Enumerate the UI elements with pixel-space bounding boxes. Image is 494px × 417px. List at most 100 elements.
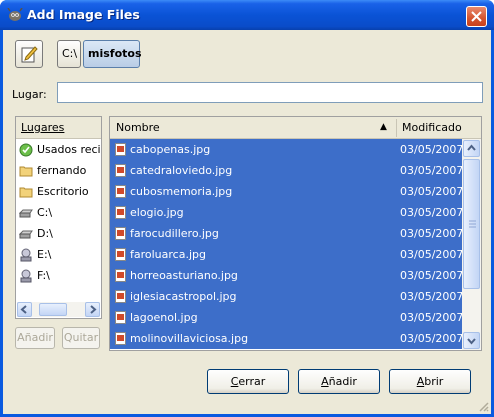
scroll-up-button[interactable] — [463, 140, 480, 157]
image-file-icon — [115, 227, 126, 240]
file-date: 03/05/2007 — [400, 248, 464, 261]
chevron-left-icon — [20, 305, 27, 314]
place-item-d-drive[interactable]: D:\ — [16, 223, 101, 244]
column-divider[interactable] — [396, 119, 397, 137]
file-row[interactable]: elogio.jpg 03/05/2007 — [110, 202, 464, 223]
file-list-header: Nombre ▲ Modificado — [110, 117, 481, 139]
location-label: Lugar: — [12, 88, 47, 101]
column-name-header[interactable]: Nombre — [116, 121, 160, 134]
scroll-thumb[interactable] — [39, 303, 67, 316]
remove-place-button[interactable]: Quitar — [62, 327, 100, 349]
file-date: 03/05/2007 — [400, 206, 464, 219]
file-date: 03/05/2007 — [400, 332, 464, 345]
image-file-icon — [115, 290, 126, 303]
drive-icon — [19, 230, 33, 238]
place-label: C:\ — [37, 206, 53, 219]
dialog-body: C:\ misfotos Lugar: Lugares Usados recie… — [3, 30, 491, 414]
scroll-thumb[interactable] — [463, 159, 480, 289]
open-button[interactable]: Abrir — [389, 369, 471, 394]
place-item-f-drive[interactable]: F:\ — [16, 265, 101, 286]
window-title: Add Image Files — [27, 7, 140, 22]
scroll-left-button[interactable] — [17, 302, 32, 317]
add-place-button[interactable]: Añadir — [15, 327, 55, 349]
place-item-recent[interactable]: Usados recier — [16, 139, 101, 160]
image-file-icon — [115, 185, 126, 198]
drive-icon — [19, 209, 33, 217]
file-name: iglesiacastropol.jpg — [130, 290, 237, 303]
chevron-down-icon — [467, 338, 476, 345]
path-segment-c[interactable]: C:\ — [57, 40, 81, 68]
close-button[interactable] — [466, 6, 487, 27]
scroll-down-button[interactable] — [463, 332, 480, 349]
file-row[interactable]: cabopenas.jpg 03/05/2007 — [110, 139, 464, 160]
places-header[interactable]: Lugares — [16, 117, 101, 139]
file-date: 03/05/2007 — [400, 164, 464, 177]
gimp-icon — [7, 8, 23, 21]
file-name: farocudillero.jpg — [130, 227, 219, 240]
place-item-escritorio[interactable]: Escritorio — [16, 181, 101, 202]
folder-icon — [19, 166, 33, 176]
file-row[interactable]: farocudillero.jpg 03/05/2007 — [110, 223, 464, 244]
file-date: 03/05/2007 — [400, 227, 464, 240]
place-item-fernando[interactable]: fernando — [16, 160, 101, 181]
chevron-right-icon — [90, 305, 97, 314]
place-label: Escritorio — [37, 185, 89, 198]
dialog-window: Add Image Files C:\ misfotos Lugar: Luga… — [0, 0, 494, 417]
file-date: 03/05/2007 — [400, 143, 464, 156]
file-row[interactable]: horreoasturiano.jpg 03/05/2007 — [110, 265, 464, 286]
place-item-e-drive[interactable]: E:\ — [16, 244, 101, 265]
file-row[interactable]: catedraloviedo.jpg 03/05/2007 — [110, 160, 464, 181]
place-label: D:\ — [37, 227, 53, 240]
folder-icon — [19, 187, 33, 197]
file-row[interactable]: lagoenol.jpg 03/05/2007 — [110, 307, 464, 328]
places-panel: Lugares Usados recier fernando Escritori… — [15, 116, 102, 319]
chevron-up-icon — [467, 144, 476, 151]
title-bar[interactable]: Add Image Files — [0, 0, 494, 30]
file-date: 03/05/2007 — [400, 185, 464, 198]
image-file-icon — [115, 164, 126, 177]
network-drive-icon — [20, 269, 32, 282]
file-name: lagoenol.jpg — [130, 311, 198, 324]
image-file-icon — [115, 332, 126, 345]
resize-grip-icon[interactable] — [477, 400, 489, 412]
file-row[interactable]: cubosmemoria.jpg 03/05/2007 — [110, 181, 464, 202]
place-item-c-drive[interactable]: C:\ — [16, 202, 101, 223]
places-horizontal-scrollbar[interactable] — [17, 302, 100, 317]
recent-icon — [19, 143, 33, 156]
scroll-right-button[interactable] — [85, 302, 100, 317]
image-file-icon — [115, 269, 126, 282]
path-segment-misfotos[interactable]: misfotos — [83, 40, 142, 68]
image-file-icon — [115, 143, 126, 156]
file-name: cubosmemoria.jpg — [130, 185, 233, 198]
file-row[interactable]: faroluarca.jpg 03/05/2007 — [110, 244, 464, 265]
file-name: horreoasturiano.jpg — [130, 269, 238, 282]
file-row[interactable]: molinovillaviciosa.jpg 03/05/2007 — [110, 328, 464, 349]
file-name: elogio.jpg — [130, 206, 184, 219]
file-list-vertical-scrollbar[interactable] — [462, 139, 481, 350]
file-list: Nombre ▲ Modificado cabopenas.jpg 03/05/2… — [109, 116, 482, 351]
file-date: 03/05/2007 — [400, 269, 464, 282]
place-label: E:\ — [37, 248, 52, 261]
file-name: catedraloviedo.jpg — [130, 164, 233, 177]
file-rows: cabopenas.jpg 03/05/2007 catedraloviedo.jp… — [110, 139, 464, 349]
sort-ascending-icon: ▲ — [380, 122, 387, 132]
edit-location-button[interactable] — [15, 40, 43, 68]
file-row[interactable]: iglesiacastropol.jpg 03/05/2007 — [110, 286, 464, 307]
column-modified-header[interactable]: Modificado — [402, 121, 462, 134]
image-file-icon — [115, 248, 126, 261]
pencil-icon — [21, 46, 38, 63]
close-icon — [471, 11, 482, 22]
file-name: cabopenas.jpg — [130, 143, 211, 156]
file-name: molinovillaviciosa.jpg — [130, 332, 249, 345]
image-file-icon — [115, 311, 126, 324]
location-input[interactable] — [57, 82, 483, 103]
place-label: F:\ — [37, 269, 50, 282]
file-date: 03/05/2007 — [400, 290, 464, 303]
add-button[interactable]: Añadir — [298, 369, 380, 394]
file-date: 03/05/2007 — [400, 311, 464, 324]
grip-icon — [469, 220, 476, 228]
place-label: fernando — [37, 164, 87, 177]
file-name: faroluarca.jpg — [130, 248, 206, 261]
close-dialog-button[interactable]: Cerrar — [207, 369, 289, 394]
place-label: Usados recier — [37, 143, 101, 156]
